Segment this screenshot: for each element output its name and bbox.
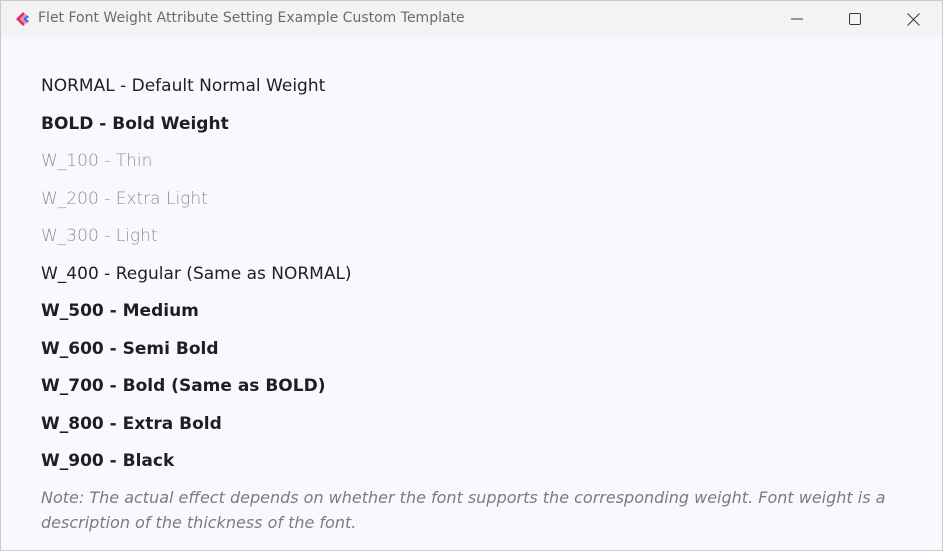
- minimize-icon: [791, 18, 803, 20]
- row-w300: W_300 - Light: [41, 226, 158, 246]
- app-window: Flet Font Weight Attribute Setting Examp…: [0, 0, 943, 551]
- row-w400: W_400 - Regular (Same as NORMAL): [41, 263, 352, 284]
- row-w800: W_800 - Extra Bold: [41, 413, 222, 434]
- window-title: Flet Font Weight Attribute Setting Examp…: [38, 10, 465, 26]
- row-bold: BOLD - Bold Weight: [41, 113, 229, 134]
- title-bar[interactable]: Flet Font Weight Attribute Setting Examp…: [1, 1, 942, 37]
- close-button[interactable]: [884, 1, 942, 37]
- row-w100: W_100 - Thin: [41, 151, 153, 171]
- row-w200: W_200 - Extra Light: [41, 188, 208, 209]
- font-weight-list: NORMAL - Default Normal Weight BOLD - Bo…: [41, 75, 901, 535]
- row-w500: W_500 - Medium: [41, 301, 199, 321]
- row-w600: W_600 - Semi Bold: [41, 338, 219, 359]
- close-icon: [906, 12, 920, 26]
- maximize-button[interactable]: [826, 1, 884, 37]
- row-w700: W_700 - Bold (Same as BOLD): [41, 376, 326, 396]
- row-normal: NORMAL - Default Normal Weight: [41, 76, 326, 96]
- minimize-button[interactable]: [768, 1, 826, 37]
- note-text: Note: The actual effect depends on wheth…: [41, 487, 886, 532]
- flet-logo-icon: [16, 12, 29, 26]
- maximize-icon: [849, 13, 861, 25]
- row-w900: W_900 - Black: [41, 451, 175, 471]
